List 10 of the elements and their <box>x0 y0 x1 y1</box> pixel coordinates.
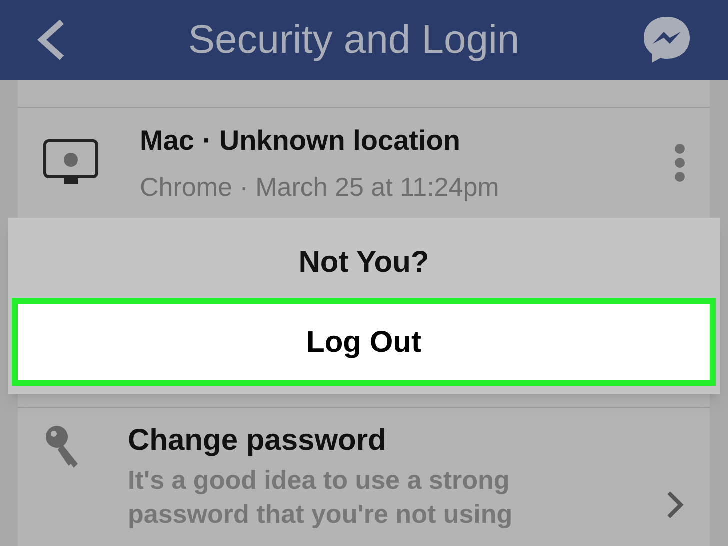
setting-title: Change password <box>128 423 388 459</box>
chat-icon[interactable] <box>642 15 692 65</box>
device-name: Mac · Unknown location <box>140 124 462 158</box>
page-title: Security and Login <box>187 17 521 64</box>
chevron-icon[interactable] <box>666 490 684 520</box>
back-icon[interactable] <box>36 19 66 61</box>
session-details: Chrome · March 25 at 11:24pm <box>140 170 500 204</box>
menu-item[interactable]: Not You? <box>12 226 716 298</box>
menu-item[interactable]: Log Out <box>12 298 716 386</box>
setting-description: It's a good idea to use a strong password that you're not using <box>128 464 514 531</box>
